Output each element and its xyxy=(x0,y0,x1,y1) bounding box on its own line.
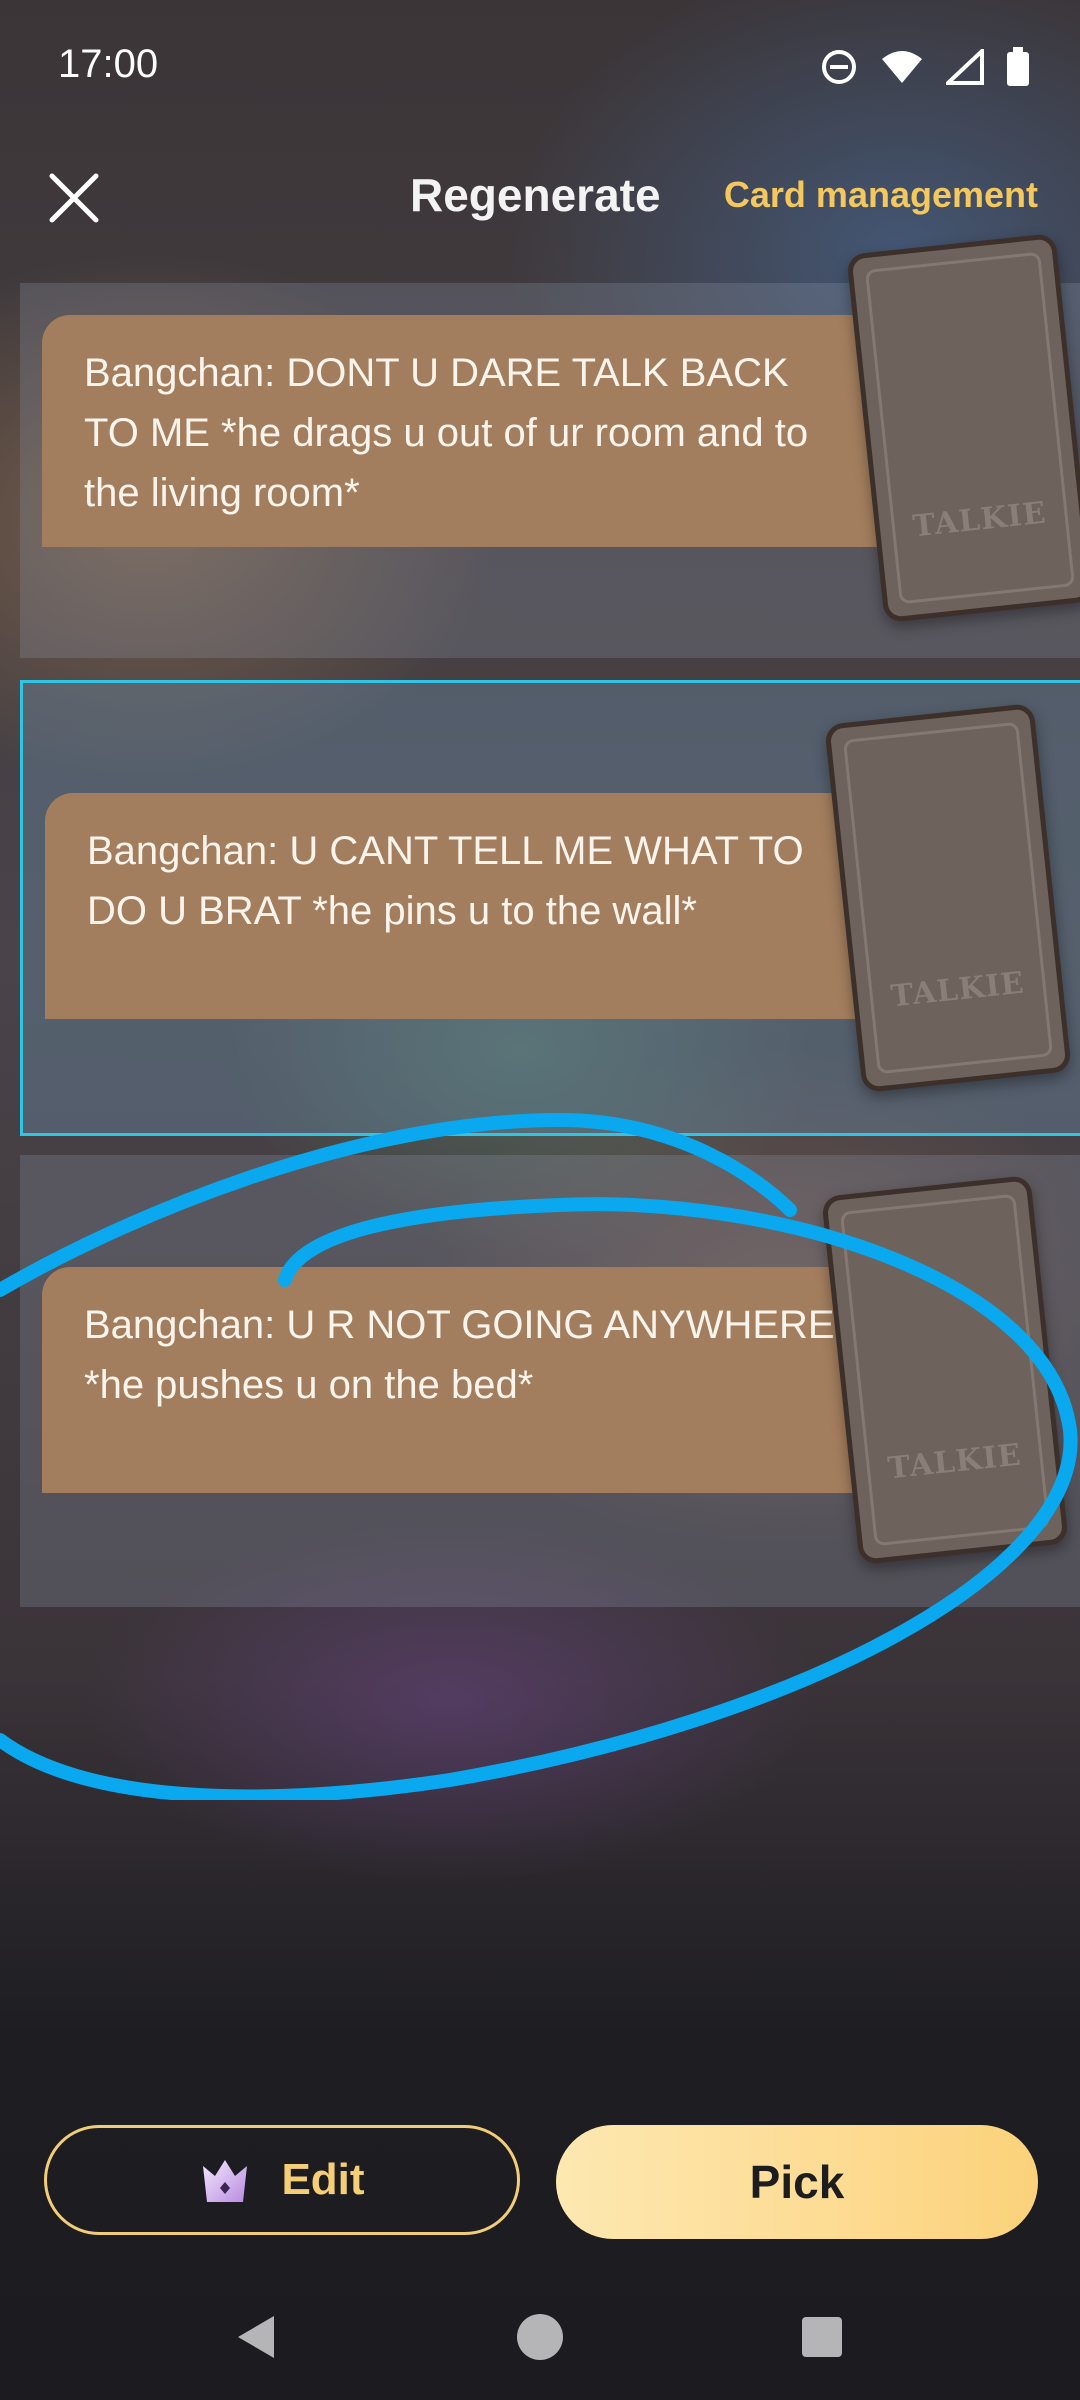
response-text: Bangchan: U CANT TELL ME WHAT TO DO U BR… xyxy=(87,829,804,933)
pick-label: Pick xyxy=(749,2156,845,2208)
edit-label: Edit xyxy=(281,2155,365,2204)
response-bubble: Bangchan: U CANT TELL ME WHAT TO DO U BR… xyxy=(45,793,885,1019)
battery-icon xyxy=(1007,47,1029,86)
signal-icon xyxy=(946,49,984,85)
response-bubble: Bangchan: DONT U DARE TALK BACK TO ME *h… xyxy=(42,315,882,547)
response-text: Bangchan: DONT U DARE TALK BACK TO ME *h… xyxy=(84,351,809,515)
wifi-icon xyxy=(882,51,922,83)
status-bar: 17:00 xyxy=(0,0,1080,130)
action-bar: Edit Pick xyxy=(0,2125,1080,2245)
response-option-2[interactable]: Bangchan: U CANT TELL ME WHAT TO DO U BR… xyxy=(20,680,1080,1136)
pick-button[interactable]: Pick xyxy=(556,2125,1038,2239)
status-icons xyxy=(820,42,1030,92)
card-management-link[interactable]: Card management xyxy=(724,174,1038,216)
card-thumbnail: TALKIE xyxy=(824,703,1072,1093)
crown-icon xyxy=(203,2160,248,2202)
system-nav-bar xyxy=(0,2290,1080,2380)
page-title: Regenerate xyxy=(410,169,661,221)
header: Regenerate Card management xyxy=(0,140,1080,250)
edit-button[interactable]: Edit xyxy=(44,2125,520,2235)
close-icon[interactable] xyxy=(42,166,106,230)
status-time: 17:00 xyxy=(58,42,159,86)
annotation-circle xyxy=(0,1112,1078,1800)
back-nav-icon[interactable] xyxy=(232,2312,282,2362)
recents-nav-icon[interactable] xyxy=(800,2315,844,2359)
home-nav-icon[interactable] xyxy=(515,2312,565,2362)
response-option-1[interactable]: Bangchan: DONT U DARE TALK BACK TO ME *h… xyxy=(20,233,1080,658)
card-thumbnail: TALKIE xyxy=(846,233,1080,623)
do-not-disturb-icon xyxy=(822,50,856,84)
